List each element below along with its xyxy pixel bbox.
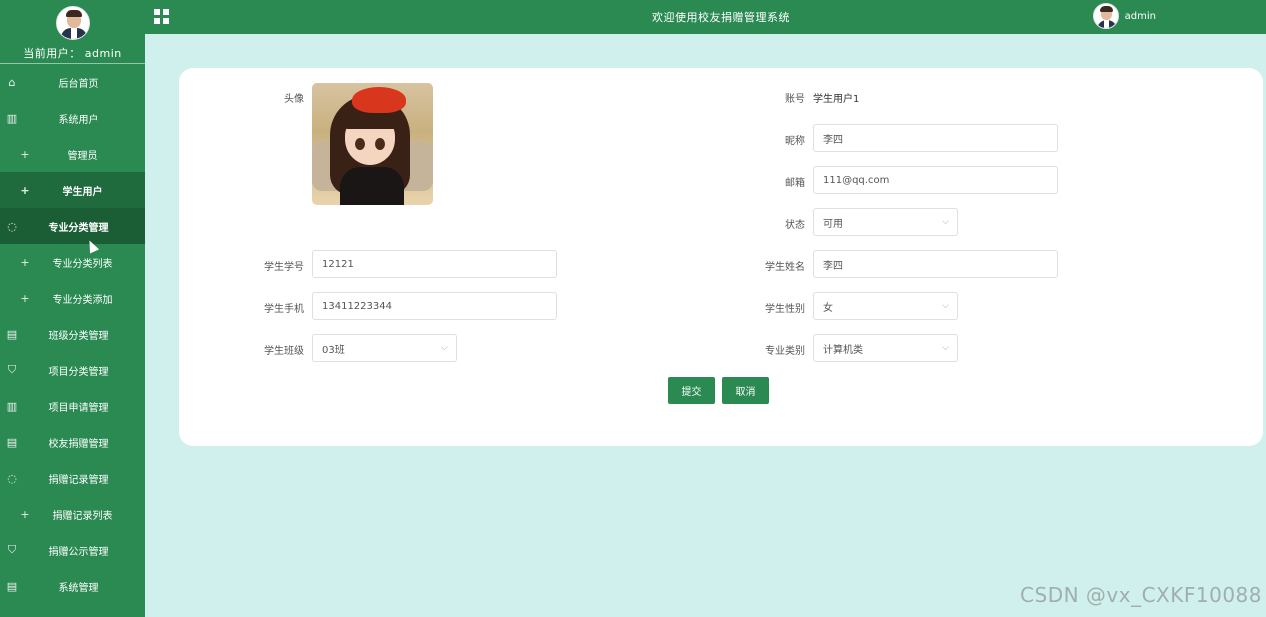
phone-input[interactable]: 13411223344 [312,292,557,320]
plus-icon: + [20,291,30,305]
chevron-down-icon: ⌵ [942,217,949,227]
sidebar-item-donation-list[interactable]: + 捐赠记录列表 [0,496,145,532]
status-label: 状态 [785,220,805,231]
sidebar-item-class-category[interactable]: ▤ 班级分类管理 [0,316,145,352]
avatar [1092,3,1119,29]
top-bar: 欢迎使用校友捐赠管理系统 admin [145,0,1266,34]
avatar [55,6,90,40]
sidebar-item-project-category[interactable]: ⛉ 项目分类管理 [0,352,145,388]
gender-label: 学生性别 [765,304,805,315]
shield-icon: ⛉ [7,363,17,376]
home-icon: ⌂ [8,75,16,89]
student-name-input[interactable]: 李四 [813,250,1058,278]
sidebar-item-donation-records[interactable]: ◌ 捐赠记录管理 [0,460,145,496]
watermark: CSDN @vx_CXKF10088 [1020,583,1262,607]
sidebar-item-major-category[interactable]: ◌ 专业分类管理 [0,208,145,244]
chat-icon: ◌ [7,219,17,233]
student-no-label: 学生学号 [264,262,304,273]
status-select[interactable]: 可用 ⌵ [813,208,958,236]
nickname-label: 昵称 [785,136,805,147]
sidebar-item-system-management[interactable]: ▤ 系统管理 [0,568,145,604]
major-select[interactable]: 计算机类 ⌵ [813,334,958,362]
table-icon: ▥ [6,399,18,413]
top-username: admin [1124,10,1156,22]
sidebar-item-major-add[interactable]: + 专业分类添加 [0,280,145,316]
sidebar-item-donation-public[interactable]: ⛉ 捐赠公示管理 [0,532,145,568]
current-user-label: 当前用户： admin [23,47,122,60]
phone-label: 学生手机 [264,304,304,315]
student-no-input[interactable]: 12121 [312,250,557,278]
class-label: 学生班级 [264,346,304,357]
major-value: 计算机类 [823,344,863,356]
document-icon: ▤ [6,435,18,449]
sidebar-item-project-apply[interactable]: ▥ 项目申请管理 [0,388,145,424]
chevron-down-icon: ⌵ [441,343,448,353]
sidebar-item-system-users[interactable]: ▥ 系统用户 [0,100,145,136]
sidebar-item-major-list[interactable]: + 专业分类列表 [0,244,145,280]
major-label: 专业类别 [765,346,805,357]
account-value: 学生用户1 [813,94,860,105]
sidebar-item-alumni-donation[interactable]: ▤ 校友捐赠管理 [0,424,145,460]
sidebar-item-home[interactable]: ⌂ 后台首页 [0,64,145,100]
sidebar: 当前用户： admin ⌂ 后台首页 ▥ 系统用户 + 管理员 + 学生用户 ◌ 专业分类… [0,0,145,617]
table-icon: ▥ [6,111,18,125]
cancel-button[interactable]: 取消 [722,377,769,404]
plus-icon: + [20,255,30,269]
student-name-label: 学生姓名 [765,262,805,273]
chat-icon: ◌ [7,471,17,485]
sidebar-item-admins[interactable]: + 管理员 [0,136,145,172]
plus-icon: + [20,507,30,521]
email-input[interactable]: 111@qq.com [813,166,1058,194]
chevron-down-icon: ⌵ [942,301,949,311]
avatar-photo[interactable] [312,83,433,205]
avatar-label: 头像 [284,94,304,105]
shield-icon: ⛉ [7,543,17,556]
document-icon: ▤ [6,327,18,341]
gender-value: 女 [823,302,833,314]
gender-select[interactable]: 女 ⌵ [813,292,958,320]
document-icon: ▤ [6,579,18,593]
plus-icon: + [20,183,30,197]
submit-button[interactable]: 提交 [668,377,715,404]
top-user-menu[interactable]: admin [1092,3,1156,29]
plus-icon: + [20,147,30,161]
sidebar-item-student-users[interactable]: + 学生用户 [0,172,145,208]
chevron-down-icon: ⌵ [942,343,949,353]
account-label: 账号 [785,94,805,105]
sidebar-user: 当前用户： admin [0,0,145,64]
edit-form-card: 头像 账号 学生用户1 昵称 李四 邮箱 111@qq.com 状态 可用 ⌵ … [179,68,1263,446]
class-value: 03班 [322,344,345,356]
status-value: 可用 [823,218,843,230]
email-label: 邮箱 [785,178,805,189]
class-select[interactable]: 03班 ⌵ [312,334,457,362]
nickname-input[interactable]: 李四 [813,124,1058,152]
